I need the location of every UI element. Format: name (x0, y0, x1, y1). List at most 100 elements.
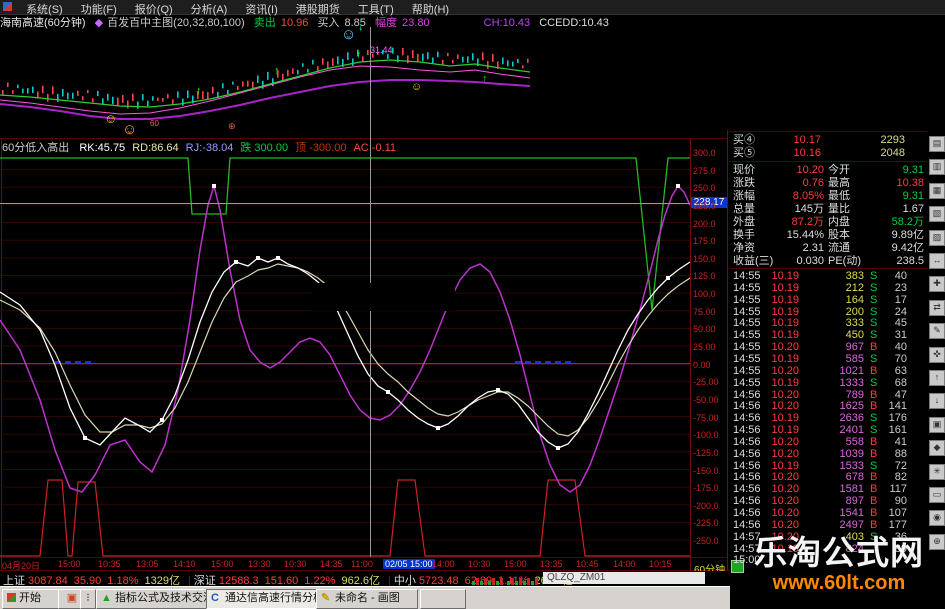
info-label: 涨幅 (733, 190, 755, 202)
mini-bar (507, 581, 510, 585)
tick-row[interactable]: 14:56 10.20 1581 B 117 (729, 483, 928, 495)
tool-icon-13[interactable]: ◆ (929, 440, 945, 457)
axis-label: -125.0 (693, 447, 719, 458)
tick-count: 177 (888, 518, 907, 531)
tick-price: 10.19 (771, 376, 799, 389)
tick-volume: 2636 (839, 412, 864, 425)
tick-price: 10.20 (771, 447, 799, 460)
info-label: 最高 (828, 177, 850, 189)
quote-info-row: 现价 10.20 今开 9.31 (729, 164, 928, 176)
tool-icon-10[interactable]: ↑ (929, 370, 945, 386)
tick-time: 14:55 (733, 317, 761, 330)
bid-volume: 2293 (880, 134, 905, 146)
redaction-box (311, 283, 455, 311)
tick-side: B (870, 364, 878, 377)
app-shortcut-icon: ▣ (66, 592, 78, 604)
tick-row[interactable]: 14:55 10.19 585 S 70 (729, 353, 928, 365)
tick-row[interactable]: 14:56 10.20 2497 B 177 (729, 519, 928, 531)
empty-task-button[interactable] (420, 589, 466, 609)
tick-row[interactable]: 14:56 10.20 897 B 90 (729, 495, 928, 507)
tick-row[interactable]: 14:56 10.20 1541 B 107 (729, 507, 928, 519)
indicator-chart[interactable] (0, 152, 690, 558)
tick-row[interactable]: 14:55 10.19 212 S 23 (729, 282, 928, 294)
start-button[interactable]: 开始 (2, 589, 60, 609)
tool-icon-11[interactable]: ↓ (929, 393, 945, 410)
tool-icon-12[interactable]: ▣ (929, 416, 945, 433)
mini-bar (523, 581, 526, 585)
price-chart[interactable] (0, 27, 530, 137)
tool-icon-9[interactable]: ✜ (929, 346, 945, 363)
info-value: 58.2万 (891, 216, 924, 228)
tool-icon-3[interactable]: ▧ (929, 206, 945, 223)
tick-volume: 2401 (839, 424, 864, 437)
tool-icon-4[interactable]: ▨ (929, 229, 945, 246)
mini-bar (531, 581, 534, 585)
tick-row[interactable]: 14:56 10.20 1625 B 141 (729, 400, 928, 412)
bid-row[interactable]: 买⑤ 10.16 2048 (729, 147, 928, 159)
axis-label: 50.00 (693, 324, 716, 335)
tool-icon-7[interactable]: ⇄ (929, 299, 945, 316)
tool-icon-14[interactable]: ✳ (929, 463, 945, 480)
quote-info-row: 换手 15.44% 股本 9.89亿 (729, 229, 928, 241)
tick-count: 90 (894, 495, 907, 508)
task-window-2[interactable]: ✎ 未命名 - 画图 (316, 589, 418, 609)
task-window-1[interactable]: C 通达信高速行情分析.. (206, 589, 320, 609)
tick-row[interactable]: 14:55 10.19 1333 S 68 (729, 377, 928, 389)
tick-time: 14:56 (733, 471, 761, 484)
tool-icon-6[interactable]: ✚ (929, 276, 945, 293)
quicklaunch-toggle-icon[interactable]: ⁝ (80, 589, 96, 609)
tick-row[interactable]: 14:56 10.20 678 B 82 (729, 471, 928, 483)
bid-row[interactable]: 买④ 10.17 2293 (729, 134, 928, 146)
tick-row[interactable]: 14:55 10.19 200 S 24 (729, 306, 928, 318)
app-logo-icon[interactable] (3, 2, 12, 11)
bid-volume: 2048 (880, 147, 905, 159)
tick-time: 14:56 (733, 518, 761, 531)
tick-side: S (870, 270, 878, 282)
ccedd-value: CCEDD:10.43 (539, 17, 609, 29)
tick-row[interactable]: 14:56 10.19 2401 S 161 (729, 424, 928, 436)
indicator-header: 60分低入高出 RK:45.75 RD:86.64 RJ:-38.04 跌 300.0… (2, 139, 690, 154)
tick-time: 14:55 (733, 364, 761, 377)
tick-side: S (870, 412, 878, 425)
axis-label: 250.0 (693, 183, 716, 194)
task-window-icon: C (211, 592, 219, 604)
info-value: 9.42亿 (891, 242, 924, 254)
tick-volume: 1021 (839, 364, 864, 377)
tick-time: 14:55 (733, 341, 761, 354)
tick-row[interactable]: 14:55 10.19 333 S 45 (729, 317, 928, 329)
tool-icon-16[interactable]: ◉ (929, 510, 945, 527)
task-window-0[interactable]: ▲ 指标公式及技术交流.. (96, 589, 210, 609)
menu-bar: 系统(S) 功能(F) 报价(Q) 分析(A) 资讯(I) 港股期货 工具(T) 帮助(H) (0, 0, 945, 16)
tick-count: 45 (894, 317, 907, 330)
tool-icon-2[interactable]: ▦ (929, 182, 945, 199)
tick-volume: 1625 (839, 400, 864, 413)
axis-label: -100.0 (693, 430, 719, 441)
tick-price: 10.20 (771, 471, 799, 484)
tick-row[interactable]: 14:56 10.20 1039 B 88 (729, 448, 928, 460)
tick-row[interactable]: 14:56 10.20 789 B 47 (729, 389, 928, 401)
tool-icon-8[interactable]: ✎ (929, 323, 945, 340)
tick-side: B (870, 447, 878, 460)
tick-row[interactable]: 14:56 10.19 1533 S 72 (729, 460, 928, 472)
tick-row[interactable]: 14:55 10.19 383 S 40 (729, 270, 928, 282)
tick-count: 24 (894, 305, 907, 318)
tick-row[interactable]: 14:56 10.19 2636 S 176 (729, 412, 928, 424)
tool-icon-1[interactable]: ▥ (929, 159, 945, 176)
panel-top-border (0, 138, 728, 139)
tick-count: 88 (894, 447, 907, 460)
tick-row[interactable]: 14:55 10.19 164 S 17 (729, 294, 928, 306)
tick-row[interactable]: 14:55 10.20 967 B 40 (729, 341, 928, 353)
tick-row[interactable]: 14:55 10.19 450 S 31 (729, 329, 928, 341)
tool-icon-0[interactable]: ▤ (929, 136, 945, 152)
info-value: 10.38 (896, 177, 924, 189)
tool-icon-5[interactable]: ↔ (929, 253, 945, 269)
chart-marker-icon: ↑ (482, 73, 488, 85)
tick-row[interactable]: 14:55 10.20 1021 B 63 (729, 365, 928, 377)
axis-label: -200.0 (693, 500, 719, 511)
axis-label: -150.0 (693, 465, 719, 476)
tool-icon-15[interactable]: ▭ (929, 487, 945, 503)
tick-row[interactable]: 14:56 10.20 558 B 41 (729, 436, 928, 448)
tick-price: 10.20 (771, 388, 799, 401)
xaxis-label: 13:30 (248, 559, 271, 569)
quote-info-row: 收益(三) 0.030 PE(动) 238.5 (729, 255, 928, 267)
